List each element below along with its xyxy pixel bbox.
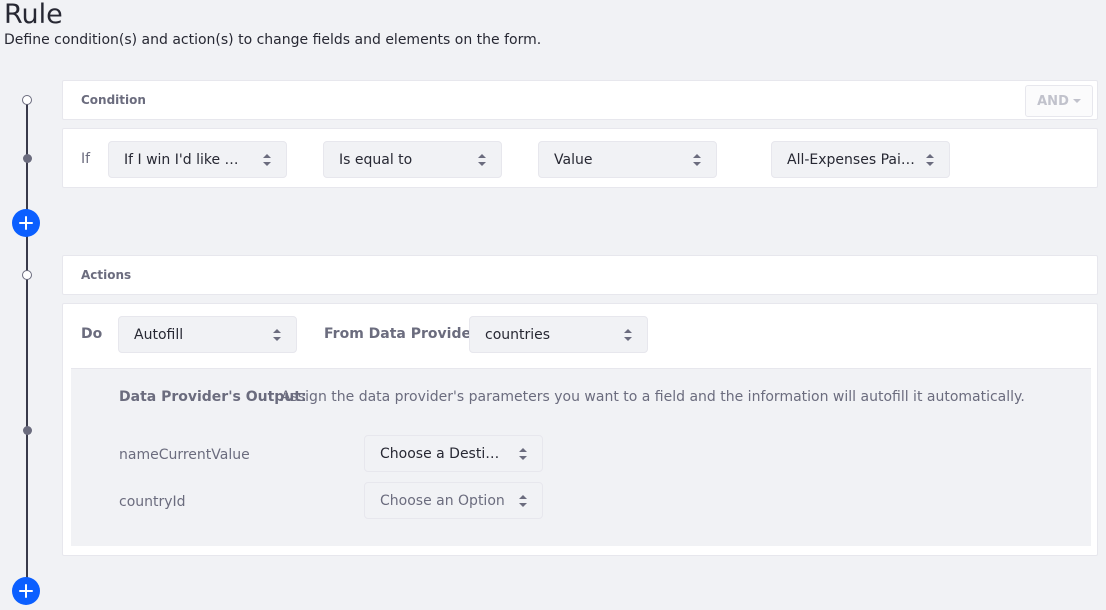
timeline-node-condition-row [23,154,32,163]
if-label: If [81,151,91,167]
timeline-node-action-row [23,426,32,435]
plus-icon [19,584,33,598]
timeline-node-condition [22,95,32,105]
condition-value-value: All-Expenses Paid ... [787,151,915,168]
timeline-node-actions [22,270,32,280]
caret-double-icon [926,154,934,166]
data-provider-output: Data Provider's Output: Assign the data … [71,368,1091,546]
destination-value: Choose a Destinati... [380,445,508,462]
caret-double-icon [693,154,701,166]
destination-placeholder: Choose an Option [380,492,505,509]
plus-icon [19,216,33,230]
output-title: Data Provider's Output: [119,389,307,405]
action-type-value: Autofill [134,326,184,343]
timeline-line [26,104,28,592]
caret-double-icon [519,495,527,507]
condition-value-select[interactable]: All-Expenses Paid ... [771,141,950,178]
and-operator-button[interactable]: AND [1025,85,1093,117]
condition-field-select[interactable]: If I win I'd like my a... [108,141,287,178]
action-row: Do Autofill From Data Provider countries… [62,303,1098,556]
condition-label: Condition [81,93,146,107]
page-title: Rule [4,0,63,30]
comparator-select[interactable]: Is equal to [323,141,502,178]
caret-double-icon [273,329,281,341]
value-type-value: Value [554,151,593,168]
caret-double-icon [478,154,486,166]
data-provider-value: countries [485,326,551,343]
condition-row: If If I win I'd like my a... Is equal to… [62,128,1098,188]
do-label: Do [81,326,103,342]
destination-select-countryid[interactable]: Choose an Option [364,482,543,519]
add-action-button[interactable] [12,577,40,605]
destination-select-namecurrentvalue[interactable]: Choose a Destinati... [364,435,543,472]
condition-header: Condition AND [62,80,1098,120]
output-description: Assign the data provider's parameters yo… [281,389,1025,405]
condition-field-value: If I win I'd like my a... [124,151,252,168]
from-data-provider-label: From Data Provider [324,326,478,342]
add-condition-button[interactable] [12,209,40,237]
and-label: AND [1037,93,1069,109]
page-description: Define condition(s) and action(s) to cha… [4,32,542,48]
comparator-value: Is equal to [339,151,413,168]
caret-double-icon [624,329,632,341]
caret-double-icon [263,154,271,166]
actions-header: Actions [62,255,1098,295]
param-label-namecurrentvalue: nameCurrentValue [119,447,250,463]
data-provider-select[interactable]: countries [469,316,648,353]
value-type-select[interactable]: Value [538,141,717,178]
caret-double-icon [519,448,527,460]
param-label-countryid: countryId [119,494,186,510]
actions-label: Actions [81,268,132,282]
action-type-select[interactable]: Autofill [118,316,297,353]
caret-down-icon [1072,99,1081,103]
